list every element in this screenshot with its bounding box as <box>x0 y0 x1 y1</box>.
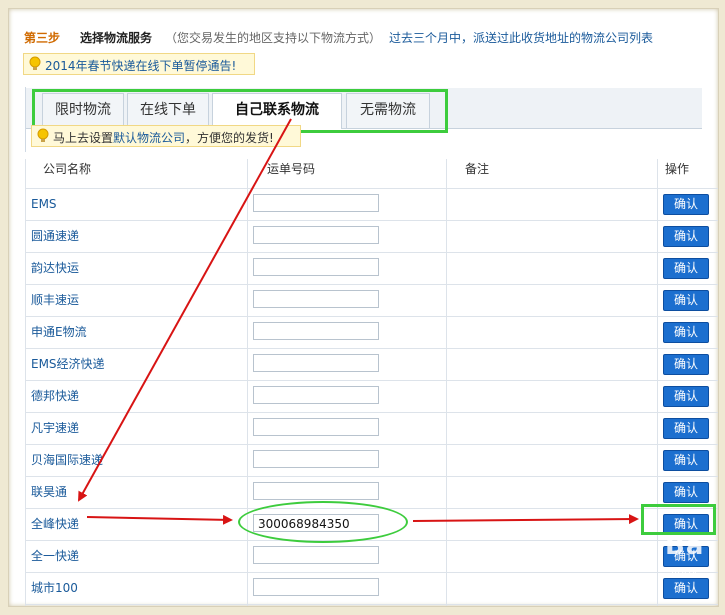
company-name: 韵达快运 <box>31 261 80 275</box>
tracking-input[interactable] <box>253 354 379 372</box>
tracking-input[interactable] <box>253 386 379 404</box>
header-tracking: 运单号码 <box>267 162 316 176</box>
confirm-button[interactable]: 确认 <box>663 482 709 503</box>
notice-suffix: ，方便您的发货! <box>185 131 274 145</box>
company-name: 德邦快递 <box>31 389 80 403</box>
watermark-sub: jingy <box>671 565 698 578</box>
confirm-button[interactable]: 确认 <box>663 450 709 471</box>
company-name: 城市100 <box>31 581 78 595</box>
table-divider <box>25 444 718 445</box>
company-name: EMS <box>31 197 57 211</box>
header-action: 操作 <box>665 162 690 176</box>
tracking-input[interactable] <box>253 290 379 308</box>
notice-text: 马上去设置默认物流公司，方便您的发货! <box>53 129 274 146</box>
page-description: （您交易发生的地区支持以下物流方式） <box>165 31 382 45</box>
confirm-button[interactable]: 确认 <box>663 194 709 215</box>
tracking-input[interactable] <box>253 482 379 500</box>
tracking-input[interactable] <box>253 322 379 340</box>
table-divider <box>25 604 718 605</box>
default-logistics-link[interactable]: 默认物流公司 <box>113 131 185 145</box>
confirm-button[interactable]: 确认 <box>663 386 709 407</box>
table-divider <box>25 476 718 477</box>
company-name: 凡宇速递 <box>31 421 80 435</box>
col-divider <box>247 159 248 606</box>
table-divider <box>25 412 718 413</box>
confirm-button[interactable]: 确认 <box>663 322 709 343</box>
tracking-input[interactable] <box>253 418 379 436</box>
company-name: 全峰快递 <box>31 517 80 531</box>
company-name: 全一快递 <box>31 549 80 563</box>
watermark-logo: Ba <box>665 531 705 561</box>
table-divider <box>25 316 718 317</box>
notice-spring-festival: 2014年春节快递在线下单暂停通告! <box>23 53 255 75</box>
confirm-button[interactable]: 确认 <box>663 418 709 439</box>
col-divider <box>25 159 26 606</box>
confirm-button[interactable]: 确认 <box>663 354 709 375</box>
company-name: 圆通速递 <box>31 229 80 243</box>
table-divider <box>25 540 718 541</box>
header-company: 公司名称 <box>43 162 92 176</box>
col-divider <box>657 159 658 606</box>
company-name: EMS经济快递 <box>31 357 105 371</box>
tracking-input[interactable] <box>253 226 379 244</box>
header-note: 备注 <box>465 162 490 176</box>
table-divider <box>25 380 718 381</box>
notice-prefix: 马上去设置 <box>53 131 114 145</box>
tracking-input[interactable] <box>253 258 379 276</box>
lightbulb-icon <box>29 56 41 70</box>
table-divider <box>25 284 718 285</box>
tracking-input[interactable] <box>253 578 379 596</box>
confirm-button[interactable]: 确认 <box>663 226 709 247</box>
tracking-highlight-ellipse <box>238 501 408 543</box>
company-name: 申通E物流 <box>31 325 87 339</box>
tracking-input[interactable] <box>253 546 379 564</box>
table-divider <box>25 188 718 189</box>
company-name: 贝海国际速递 <box>31 453 104 467</box>
page-title: 选择物流服务 <box>80 31 153 45</box>
page-frame: 第三步 选择物流服务 （您交易发生的地区支持以下物流方式） 过去三个月中，派送过… <box>8 8 719 607</box>
tracking-input[interactable] <box>253 450 379 468</box>
history-link[interactable]: 过去三个月中，派送过此收货地址的物流公司列表 <box>389 29 653 46</box>
company-name: 顺丰速运 <box>31 293 80 307</box>
notice-default-logistics: 马上去设置默认物流公司，方便您的发货! <box>31 125 301 147</box>
step-label: 第三步 <box>24 31 61 45</box>
table-divider <box>25 572 718 573</box>
table-divider <box>25 220 718 221</box>
table-divider <box>25 348 718 349</box>
lightbulb-icon <box>37 128 49 142</box>
company-name: 联昊通 <box>31 485 68 499</box>
tracking-input[interactable] <box>253 194 379 212</box>
confirm-button[interactable]: 确认 <box>663 290 709 311</box>
confirm-button[interactable]: 确认 <box>663 258 709 279</box>
confirm-button[interactable]: 确认 <box>663 578 709 599</box>
notice-link[interactable]: 2014年春节快递在线下单暂停通告! <box>45 57 236 74</box>
table-divider <box>25 252 718 253</box>
col-divider <box>446 159 447 606</box>
